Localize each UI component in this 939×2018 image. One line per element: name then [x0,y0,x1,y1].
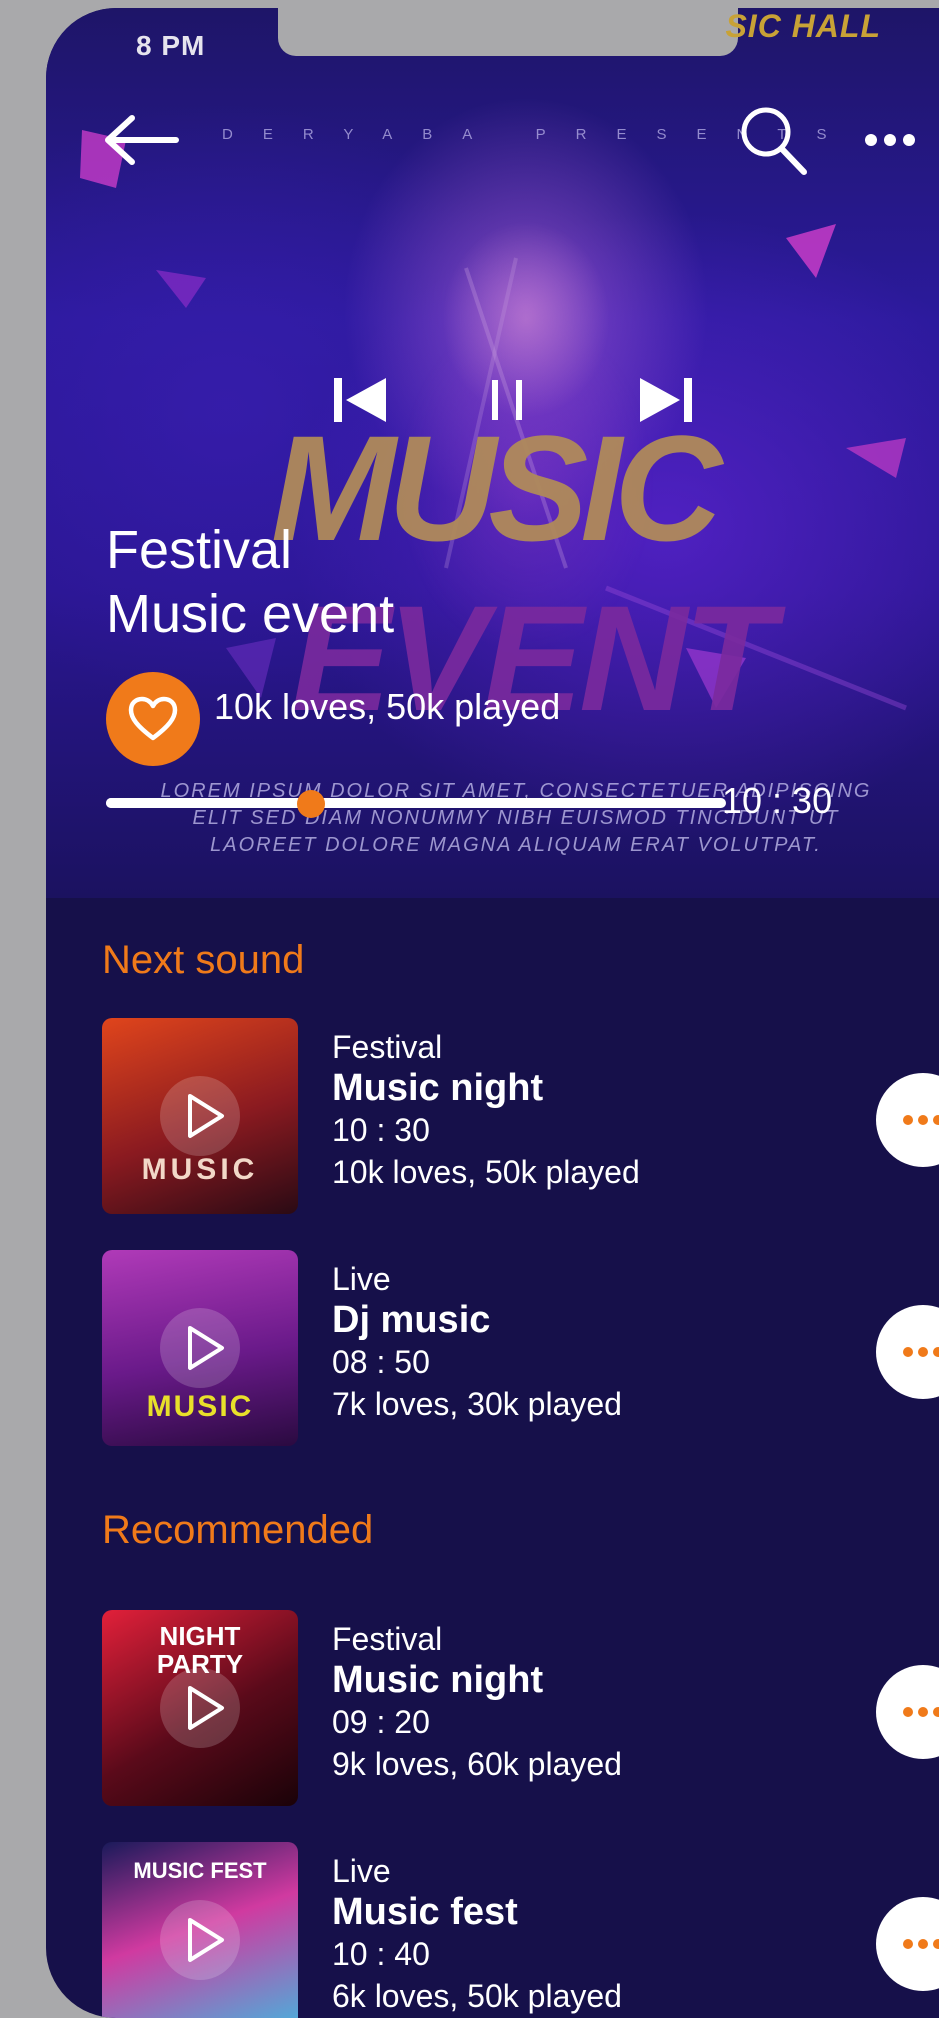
track-info: Festival Music night 09 : 20 9k loves, 6… [332,1620,622,1786]
track-stats: 9k loves, 60k played [332,1746,622,1782]
track-time: 08 : 50 [332,1344,430,1380]
pause-icon[interactable] [486,374,530,426]
track-more-button[interactable] [876,1073,939,1167]
track-thumbnail: MUSIC [102,1018,298,1214]
progress-knob[interactable] [296,790,325,818]
track-title: Music night [332,1659,544,1701]
more-options-icon [903,1115,939,1125]
more-options-icon [903,1939,939,1949]
track-stats: 7k loves, 30k played [332,1386,622,1422]
progress-fill [106,798,311,808]
track-category: Festival [332,1621,443,1657]
now-playing-category: Festival [106,520,293,580]
now-playing-title: Festival Music event [106,518,394,646]
phone-screen: MUSIC EVENT LOREM IPSUM DOLOR SIT AMET, … [46,8,939,2018]
more-options-icon[interactable] [864,132,916,148]
track-category: Live [332,1261,391,1297]
search-icon[interactable] [738,104,808,176]
track-thumbnail: NIGHT PARTY [102,1610,298,1806]
more-options-icon [903,1347,939,1357]
list-item[interactable]: MUSIC Live Dj music 08 : 50 7k loves, 30… [102,1250,939,1446]
thumbnail-caption: MUSIC FEST [133,1858,267,1883]
play-overlay[interactable] [160,1668,240,1748]
now-playing-time: 10 : 30 [722,780,833,821]
play-overlay[interactable] [160,1308,240,1388]
previous-track-icon[interactable] [332,374,388,426]
track-thumbnail: MUSIC FEST [102,1842,298,2018]
track-stats: 10k loves, 50k played [332,1154,640,1190]
next-track-icon[interactable] [638,374,694,426]
track-info: Live Music fest 10 : 40 6k loves, 50k pl… [332,1852,622,2018]
track-more-button[interactable] [876,1305,939,1399]
thumbnail-caption: MUSIC [141,1153,259,1186]
playback-progress-bar[interactable] [106,790,726,818]
more-options-icon [903,1707,939,1717]
now-playing-stats: 10k loves, 50k played [214,686,561,727]
heart-icon [128,696,178,741]
track-category: Live [332,1853,391,1889]
track-time: 10 : 40 [332,1936,430,1972]
list-item[interactable]: NIGHT PARTY Festival Music night 09 : 20… [102,1610,939,1806]
track-time: 10 : 30 [332,1112,430,1148]
track-more-button[interactable] [876,1897,939,1991]
love-button[interactable] [106,672,200,766]
track-title: Music fest [332,1891,518,1933]
track-info: Festival Music night 10 : 30 10k loves, … [332,1028,640,1194]
play-icon [188,1094,224,1138]
hero-banner: MUSIC EVENT LOREM IPSUM DOLOR SIT AMET, … [46,8,939,898]
status-bar-poster-text: SIC HALL [725,8,881,44]
track-info: Live Dj music 08 : 50 7k loves, 30k play… [332,1260,622,1426]
play-overlay[interactable] [160,1076,240,1156]
section-title-recommended: Recommended [102,1508,374,1552]
track-time: 09 : 20 [332,1704,430,1740]
play-icon [188,1686,224,1730]
track-thumbnail: MUSIC [102,1250,298,1446]
thumbnail-caption: MUSIC [146,1390,254,1423]
device-notch [278,8,738,56]
track-category: Festival [332,1029,443,1065]
track-more-button[interactable] [876,1665,939,1759]
list-item[interactable]: MUSIC Festival Music night 10 : 30 10k l… [102,1018,939,1214]
track-title: Dj music [332,1299,491,1341]
status-bar-time: 8 PM [136,30,206,61]
play-icon [188,1918,224,1962]
back-arrow-icon[interactable] [104,112,180,168]
list-item[interactable]: MUSIC FEST Live Music fest 10 : 40 6k lo… [102,1842,939,2018]
play-overlay[interactable] [160,1900,240,1980]
track-stats: 6k loves, 50k played [332,1978,622,2014]
section-title-next-sound: Next sound [102,938,305,982]
now-playing-name: Music event [106,584,395,644]
play-icon [188,1326,224,1370]
track-title: Music night [332,1067,544,1109]
